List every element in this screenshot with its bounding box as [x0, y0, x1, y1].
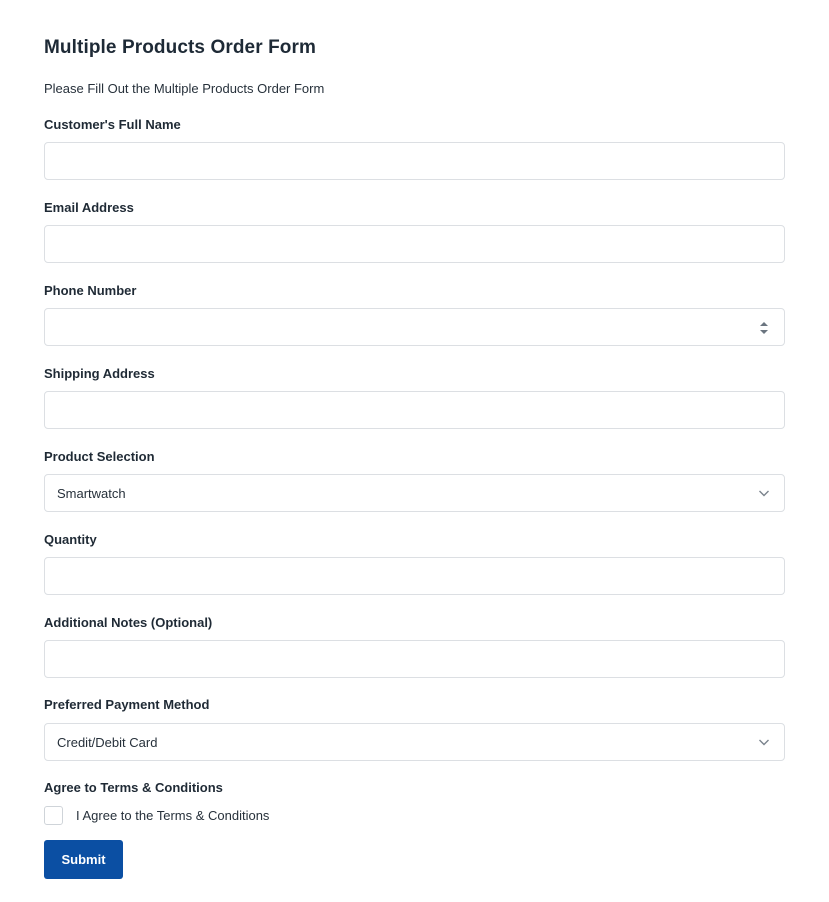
payment-method-select[interactable]: Credit/Debit Card: [44, 723, 785, 761]
quantity-label: Quantity: [44, 532, 97, 547]
payment-method-label: Preferred Payment Method: [44, 697, 210, 712]
quantity-field-wrapper: [44, 557, 785, 595]
full-name-field-wrapper: [44, 142, 785, 180]
email-label: Email Address: [44, 200, 134, 215]
product-select-value: Smartwatch: [57, 486, 126, 501]
form-description: Please Fill Out the Multiple Products Or…: [44, 81, 325, 96]
email-input[interactable]: [45, 226, 784, 262]
terms-label: Agree to Terms & Conditions: [44, 780, 223, 795]
shipping-address-input[interactable]: [45, 392, 784, 428]
notes-field-wrapper: [44, 640, 785, 678]
notes-label: Additional Notes (Optional): [44, 615, 213, 630]
quantity-input[interactable]: [45, 558, 784, 594]
shipping-address-field-wrapper: [44, 391, 785, 429]
full-name-label: Customer's Full Name: [44, 117, 181, 132]
chevron-down-icon: [759, 739, 769, 746]
notes-input[interactable]: [45, 641, 784, 677]
full-name-input[interactable]: [45, 143, 784, 179]
phone-input[interactable]: [45, 309, 784, 345]
terms-checkbox[interactable]: [44, 806, 63, 825]
terms-checkbox-label[interactable]: I Agree to the Terms & Conditions: [76, 808, 269, 823]
form-title: Multiple Products Order Form: [44, 37, 316, 58]
phone-label: Phone Number: [44, 283, 137, 298]
order-form: Multiple Products Order Form Please Fill…: [0, 0, 829, 902]
phone-field-wrapper: [44, 308, 785, 346]
product-select[interactable]: Smartwatch: [44, 474, 785, 512]
spinner-arrows-icon[interactable]: [759, 320, 769, 336]
email-field-wrapper: [44, 225, 785, 263]
product-selection-label: Product Selection: [44, 449, 155, 464]
submit-button[interactable]: Submit: [44, 840, 123, 879]
shipping-address-label: Shipping Address: [44, 366, 155, 381]
chevron-down-icon: [759, 490, 769, 497]
payment-method-select-value: Credit/Debit Card: [57, 735, 158, 750]
